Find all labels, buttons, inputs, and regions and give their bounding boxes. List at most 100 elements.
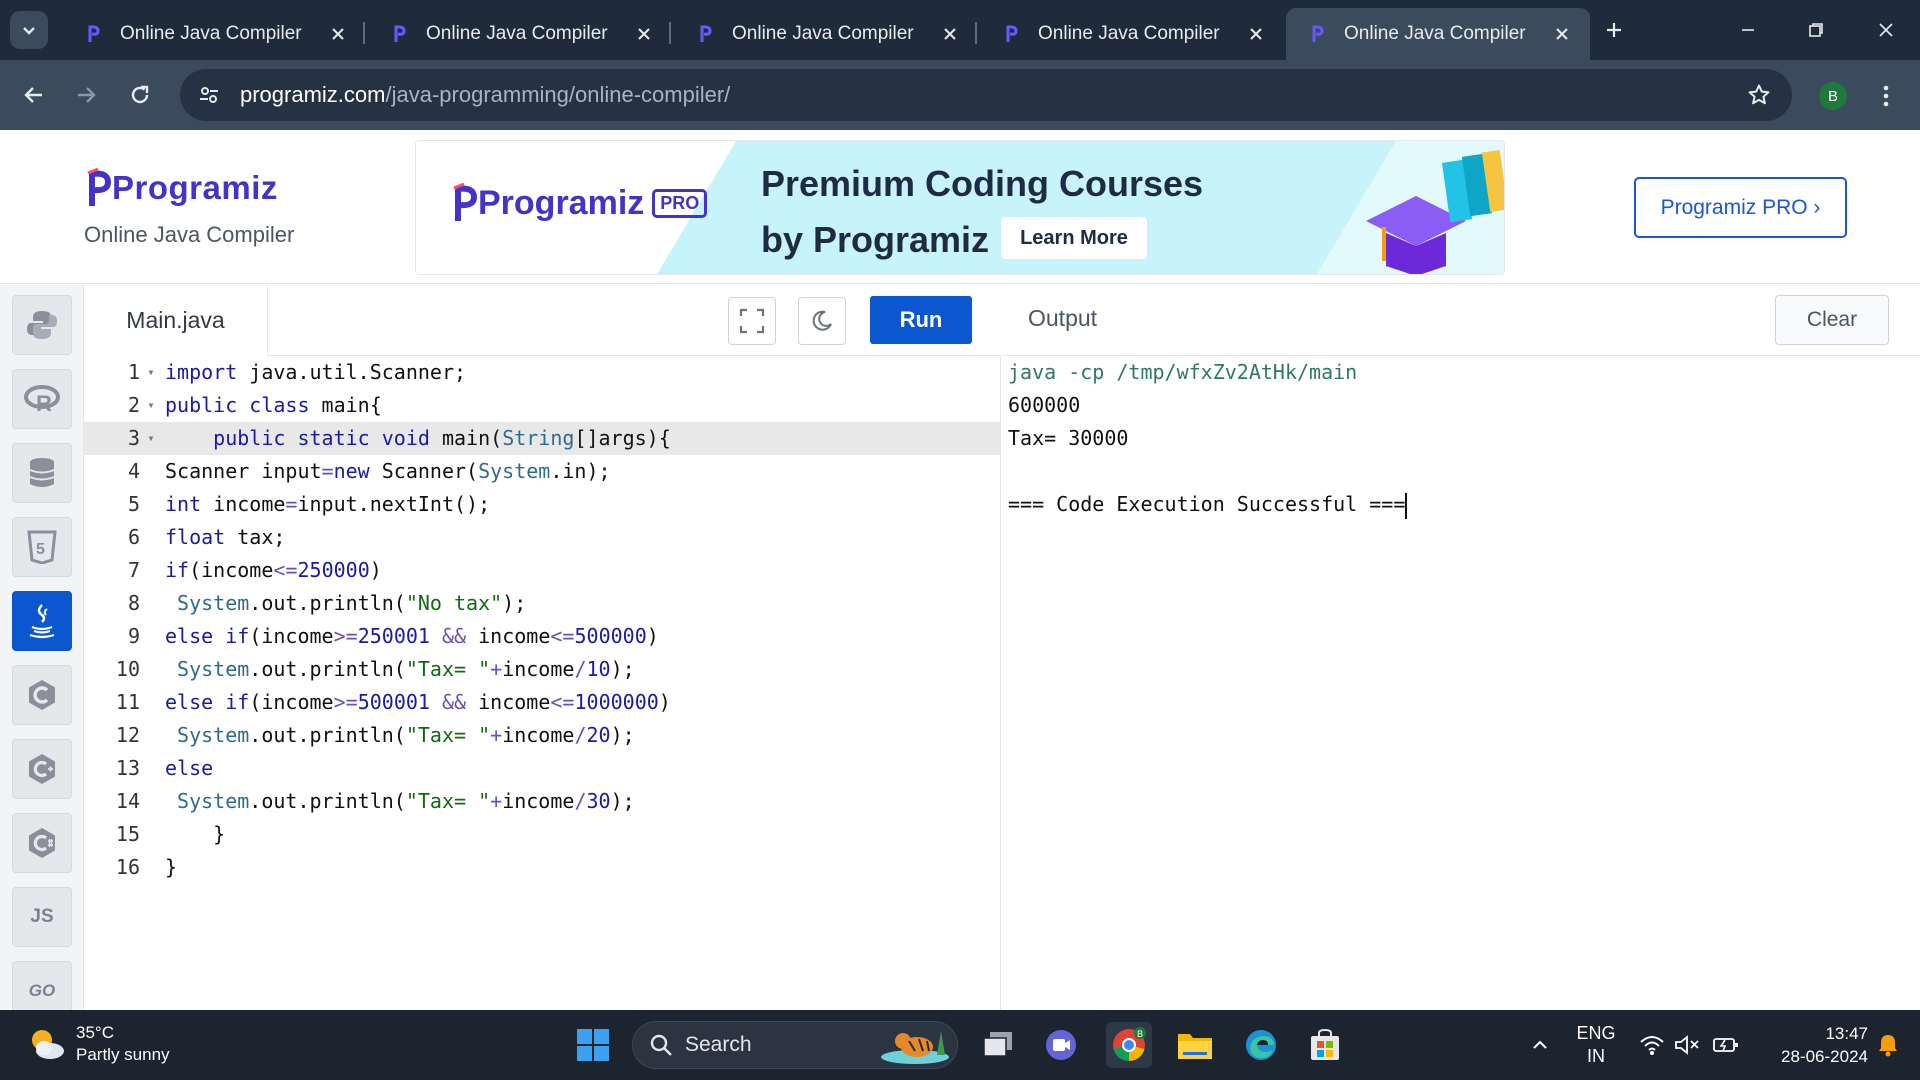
browser-menu-button[interactable] — [1874, 80, 1898, 112]
code-text: System.out.println("Tax= "+income/30); — [177, 789, 635, 813]
browser-tab-5-active[interactable]: Online Java Compiler — [1286, 8, 1590, 60]
clear-button[interactable]: Clear — [1775, 295, 1889, 345]
forward-button[interactable] — [66, 75, 106, 115]
programiz-pro-button[interactable]: Programiz PRO › — [1634, 177, 1847, 238]
restore-button[interactable] — [1796, 14, 1836, 46]
output-title: Output — [1028, 305, 1098, 331]
code-line[interactable]: 3 ▾ public static void main(String[]args)… — [84, 422, 1001, 455]
tab-search-button[interactable] — [10, 11, 48, 49]
fullscreen-button[interactable] — [728, 297, 776, 345]
cpp-icon[interactable] — [12, 739, 72, 799]
sql-icon[interactable] — [12, 443, 72, 503]
code-line[interactable]: 12 System.out.println("Tax= "+income/20)… — [84, 719, 1001, 752]
task-view-icon — [983, 1032, 1012, 1057]
line-number: 9 — [127, 624, 140, 648]
edge-browser-button[interactable] — [1238, 1022, 1284, 1068]
browser-tab-2[interactable]: Online Java Compiler — [368, 8, 672, 60]
code-line[interactable]: 2 ▾ public class main{ — [84, 389, 1001, 422]
code-line[interactable]: 13 else — [84, 752, 1001, 785]
python-icon[interactable] — [12, 295, 72, 355]
code-line[interactable]: 1 ▾ import java.util.Scanner; — [84, 356, 1001, 389]
code-line[interactable]: 7 if(income<=250000) — [84, 554, 1001, 587]
profile-avatar[interactable]: B — [1819, 82, 1847, 110]
browser-tab-3[interactable]: Online Java Compiler — [674, 8, 978, 60]
weather-condition: Partly sunny — [76, 1045, 170, 1064]
code-line[interactable]: 16} — [84, 851, 1001, 884]
weather-widget[interactable]: 35°C Partly sunny — [26, 1022, 170, 1066]
output-pane: Output Clear java -cp /tmp/wfxZv2AtHk/ma… — [1002, 285, 1920, 1010]
close-tab-icon[interactable] — [1242, 20, 1270, 48]
programiz-favicon-icon — [82, 22, 106, 46]
file-tab-main-java[interactable]: Main.java — [84, 285, 268, 356]
code-text: else if(income>=250001 && income<=500000… — [165, 624, 659, 648]
volume-muted-icon — [1675, 1035, 1699, 1055]
line-number: 13 — [115, 756, 140, 780]
browser-tab-1[interactable]: Online Java Compiler — [62, 8, 366, 60]
promo-banner[interactable]: Programiz PRO Premium Coding Courses by … — [415, 140, 1505, 275]
teams-chat-button[interactable] — [1038, 1022, 1084, 1068]
show-hidden-icons-button[interactable] — [1522, 1010, 1558, 1080]
microsoft-store-button[interactable] — [1302, 1022, 1348, 1068]
programiz-favicon-icon — [1306, 22, 1330, 46]
system-clock[interactable]: 13:47 28-06-2024 — [1752, 1022, 1868, 1068]
go-icon[interactable]: GO — [12, 961, 72, 1010]
address-bar[interactable]: programiz.com/java-programming/online-co… — [180, 69, 1792, 121]
code-text: } — [165, 855, 178, 879]
language-sidebar: R 5 JS GO — [0, 285, 84, 1010]
close-tab-icon[interactable] — [1548, 20, 1576, 48]
code-text: if(income<=250000) — [165, 558, 382, 582]
close-tab-icon[interactable] — [630, 20, 658, 48]
site-settings-icon[interactable] — [194, 80, 224, 110]
close-window-button[interactable] — [1866, 14, 1906, 46]
notifications-button[interactable] — [1868, 1010, 1908, 1080]
close-tab-icon[interactable] — [324, 20, 352, 48]
close-tab-icon[interactable] — [936, 20, 964, 48]
programiz-logo[interactable]: Programiz — [86, 168, 278, 208]
taskbar-search[interactable]: Search — [632, 1021, 958, 1069]
run-button[interactable]: Run — [870, 296, 972, 344]
wifi-status[interactable] — [1636, 1010, 1668, 1080]
js-icon[interactable]: JS — [12, 887, 72, 947]
task-view-button[interactable] — [975, 1022, 1021, 1068]
learn-more-button[interactable]: Learn More — [1001, 217, 1147, 259]
new-tab-button[interactable] — [1598, 14, 1630, 46]
code-line[interactable]: 9 else if(income>=250001 && income<=50000… — [84, 620, 1001, 653]
logo-text: Programiz — [112, 169, 278, 206]
search-placeholder: Search — [685, 1033, 752, 1056]
java-icon[interactable] — [12, 591, 72, 651]
html5-icon[interactable]: 5 — [12, 517, 72, 577]
c-icon[interactable] — [12, 665, 72, 725]
code-line[interactable]: 14 System.out.println("Tax= "+income/30)… — [84, 785, 1001, 818]
volume-status[interactable] — [1670, 1010, 1704, 1080]
code-editor[interactable]: 1 ▾ import java.util.Scanner; 2 ▾ public clas… — [84, 356, 1001, 1010]
code-line[interactable]: 11 else if(income>=500001 && income<=1000… — [84, 686, 1001, 719]
reload-button[interactable] — [120, 75, 160, 115]
go-icon-label: GO — [28, 981, 56, 1000]
fold-toggle-icon[interactable]: ▾ — [144, 389, 158, 422]
programiz-logo-mark-icon — [87, 168, 112, 206]
site-header: Programiz Online Java Compiler Programiz… — [0, 130, 1920, 284]
input-language-indicator[interactable]: ENG IN — [1574, 1022, 1618, 1068]
code-line[interactable]: 6 float tax; — [84, 521, 1001, 554]
code-line[interactable]: 15 } — [84, 818, 1001, 851]
fold-toggle-icon[interactable]: ▾ — [144, 422, 158, 455]
tab-title: Online Java Compiler — [426, 23, 608, 44]
output-console[interactable]: java -cp /tmp/wfxZv2AtHk/main 600000 Tax… — [1008, 356, 1908, 521]
r-icon[interactable]: R — [12, 369, 72, 429]
code-line[interactable]: 10 System.out.println("Tax= "+income/10)… — [84, 653, 1001, 686]
code-line[interactable]: 4 Scanner input=new Scanner(System.in); — [84, 455, 1001, 488]
browser-tab-4[interactable]: Online Java Compiler — [980, 8, 1284, 60]
file-explorer-button[interactable] — [1172, 1022, 1218, 1068]
csharp-icon[interactable] — [12, 813, 72, 873]
back-button[interactable] — [14, 75, 54, 115]
dark-mode-toggle[interactable] — [798, 297, 846, 345]
start-button[interactable] — [570, 1022, 616, 1068]
battery-status[interactable] — [1708, 1010, 1744, 1080]
chrome-taskbar-button[interactable]: B — [1106, 1022, 1152, 1068]
fold-toggle-icon[interactable]: ▾ — [144, 356, 158, 389]
bookmark-star-icon[interactable] — [1744, 80, 1774, 110]
code-line[interactable]: 8 System.out.println("No tax"); — [84, 587, 1001, 620]
code-line[interactable]: 5 int income=input.nextInt(); — [84, 488, 1001, 521]
url-path: /java-programming/online-compiler/ — [385, 82, 731, 107]
minimize-button[interactable] — [1728, 14, 1768, 46]
